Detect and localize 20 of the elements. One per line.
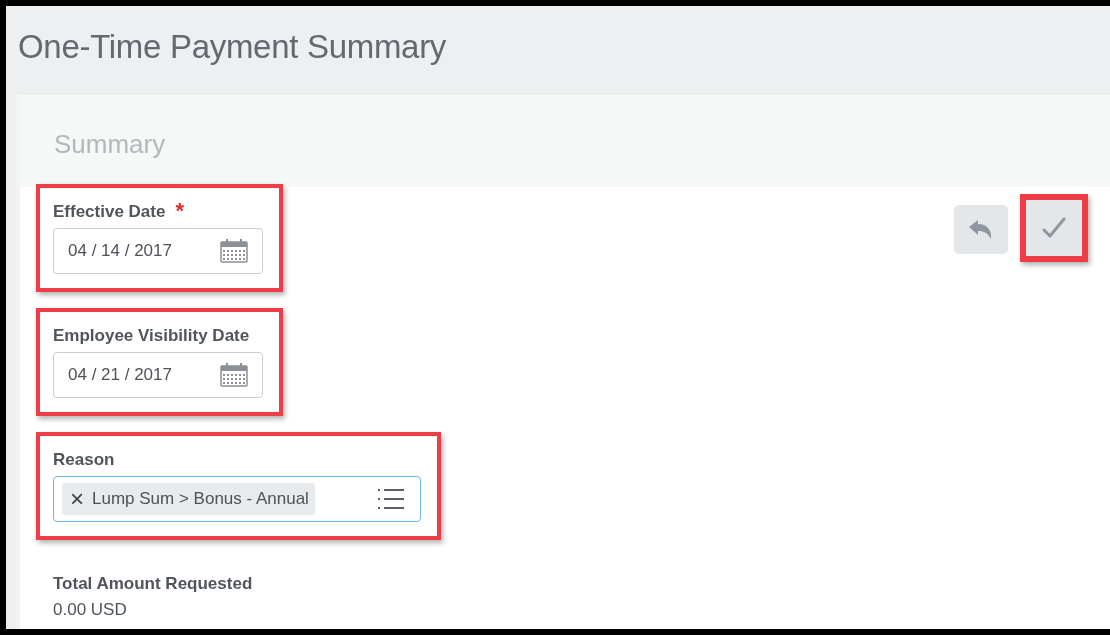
page-title: One-Time Payment Summary — [17, 27, 448, 67]
field-label: Reason — [53, 450, 115, 470]
reason-field[interactable]: × Lump Sum > Bonus - Annual — [53, 476, 421, 522]
section-title: Summary — [54, 127, 166, 160]
undo-arrow-icon — [969, 219, 993, 240]
check-icon — [1042, 217, 1066, 239]
remove-button[interactable]: × — [70, 485, 84, 513]
field-label: Employee Visibility Date — [53, 326, 250, 346]
field-label: Effective Date — [53, 202, 166, 222]
list-icon[interactable] — [378, 488, 404, 510]
submit-button[interactable] — [1020, 194, 1088, 262]
date-field[interactable]: 04 / 21 / 2017 — [53, 352, 263, 398]
token-text: Lump Sum > Bonus - Annual — [92, 489, 309, 509]
cancel-button[interactable] — [954, 205, 1008, 254]
field-label: Total Amount Requested — [53, 574, 253, 594]
field-value: 0.00 USD — [53, 600, 128, 620]
calendar-icon[interactable] — [220, 363, 248, 387]
required-mark: * — [175, 202, 184, 222]
calendar-icon[interactable] — [220, 239, 248, 263]
date-field[interactable]: 04 / 14 / 2017 — [53, 228, 263, 274]
